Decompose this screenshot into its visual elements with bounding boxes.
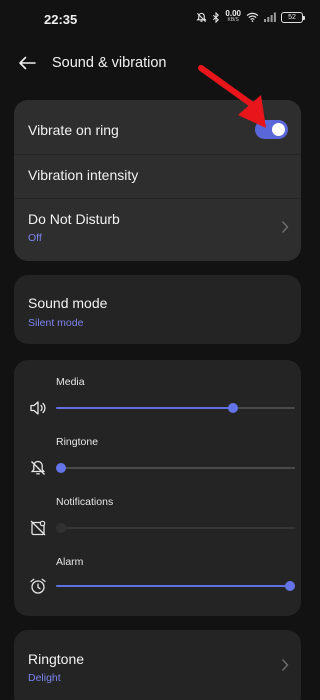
do-not-disturb-row[interactable]: Do Not Disturb Off	[14, 199, 301, 261]
vibrate-on-ring-toggle[interactable]	[255, 120, 288, 139]
media-volume-slider[interactable]	[56, 402, 295, 414]
slider-track	[56, 467, 295, 469]
notifications-volume-label: Notifications	[56, 496, 114, 508]
do-not-disturb-value: Off	[28, 232, 42, 244]
network-speed-unit: KB/S	[227, 17, 239, 23]
vibration-intensity-label: Vibration intensity	[28, 167, 139, 183]
slider-thumb[interactable]	[285, 581, 295, 591]
alarm-volume-slider[interactable]	[56, 580, 295, 592]
notification-off-icon	[30, 520, 46, 536]
network-speed-value: 0.00	[225, 9, 241, 18]
signal-icon	[264, 12, 276, 22]
wifi-icon	[246, 12, 259, 22]
slider-track	[56, 527, 295, 529]
sound-mode-label: Sound mode	[28, 295, 108, 311]
status-time: 22:35	[44, 12, 78, 27]
vibration-settings-card: Vibrate on ring Vibration intensity Do N…	[14, 100, 301, 261]
sound-mode-value: Silent mode	[28, 317, 84, 329]
mute-icon	[196, 12, 208, 23]
notifications-volume-slider[interactable]	[56, 522, 295, 534]
slider-fill	[56, 585, 295, 587]
chevron-right-icon	[281, 659, 289, 671]
ringtone-volume-slider[interactable]	[56, 462, 295, 474]
vibrate-on-ring-row[interactable]: Vibrate on ring	[14, 100, 301, 154]
alarm-clock-icon	[30, 578, 46, 594]
bluetooth-icon	[212, 11, 220, 23]
back-button[interactable]	[14, 51, 40, 75]
ringtone-card[interactable]: Ringtone Delight	[14, 630, 301, 700]
volume-card: Media Ringtone Notifications Alarm	[14, 360, 301, 616]
toggle-knob	[272, 123, 285, 136]
slider-thumb[interactable]	[56, 523, 66, 533]
ringtone-label: Ringtone	[28, 651, 85, 667]
ringtone-volume-label: Ringtone	[56, 436, 99, 448]
status-bar: 22:35 0.00 KB/S 52	[0, 0, 315, 40]
back-arrow-icon	[19, 56, 36, 70]
bell-off-icon	[30, 460, 46, 475]
media-volume-label: Media	[56, 376, 85, 388]
page-title: Sound & vibration	[52, 55, 167, 71]
vibration-intensity-row[interactable]: Vibration intensity	[14, 155, 301, 198]
network-speed: 0.00 KB/S	[225, 10, 241, 24]
battery-icon: 52	[281, 11, 305, 23]
status-icons: 0.00 KB/S 52	[196, 10, 305, 24]
do-not-disturb-label: Do Not Disturb	[28, 211, 120, 227]
slider-thumb[interactable]	[56, 463, 66, 473]
alarm-volume-label: Alarm	[56, 556, 84, 568]
chevron-right-icon	[281, 221, 289, 233]
speaker-icon	[30, 401, 46, 415]
slider-thumb[interactable]	[227, 403, 238, 413]
header: Sound & vibration	[0, 45, 315, 81]
ringtone-value: Delight	[28, 672, 61, 684]
sound-mode-card[interactable]: Sound mode Silent mode	[14, 275, 301, 344]
vibrate-on-ring-label: Vibrate on ring	[28, 122, 119, 138]
slider-fill	[56, 407, 236, 409]
